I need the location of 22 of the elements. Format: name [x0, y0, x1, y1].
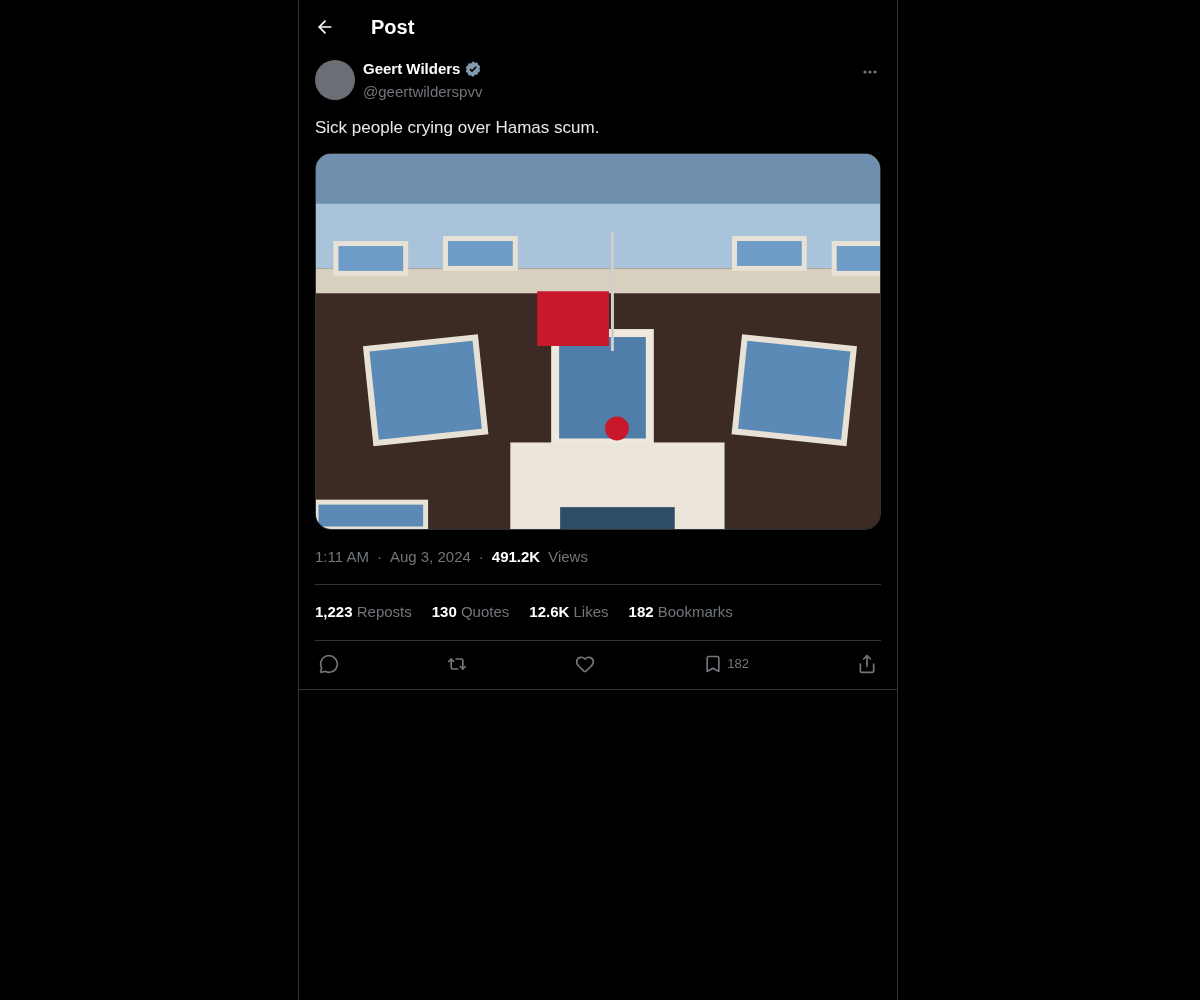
- author-handle[interactable]: @geertwilderspvv: [363, 80, 483, 103]
- views-label: Views: [548, 546, 588, 567]
- separator-dot: ·: [478, 546, 484, 567]
- post-date[interactable]: Aug 3, 2024: [389, 545, 471, 568]
- more-options-button[interactable]: [863, 70, 877, 74]
- post-text: Sick people crying over Hamas scum.: [315, 117, 601, 139]
- stat-link[interactable]: 12.6K Likes: [529, 601, 609, 624]
- avatar: [315, 60, 355, 100]
- post-time[interactable]: 1:11 AM: [315, 545, 369, 568]
- bookmark-button[interactable]: 182: [703, 654, 749, 674]
- views-count: 491.2K: [491, 546, 541, 567]
- author-name[interactable]: Geert Wilders: [363, 58, 461, 81]
- reply-icon: [319, 654, 339, 674]
- stat-link[interactable]: 130 Quotes: [431, 601, 510, 624]
- more-icon: [863, 70, 877, 74]
- page-title: Post: [371, 15, 415, 40]
- separator-dot: ·: [376, 546, 382, 567]
- stat-link[interactable]: 1,223 Reposts: [315, 601, 412, 624]
- heart-button[interactable]: [575, 654, 596, 674]
- stat-link[interactable]: 182 Bookmarks: [628, 601, 733, 624]
- reply-button[interactable]: [319, 654, 339, 674]
- heart-icon: [575, 654, 596, 674]
